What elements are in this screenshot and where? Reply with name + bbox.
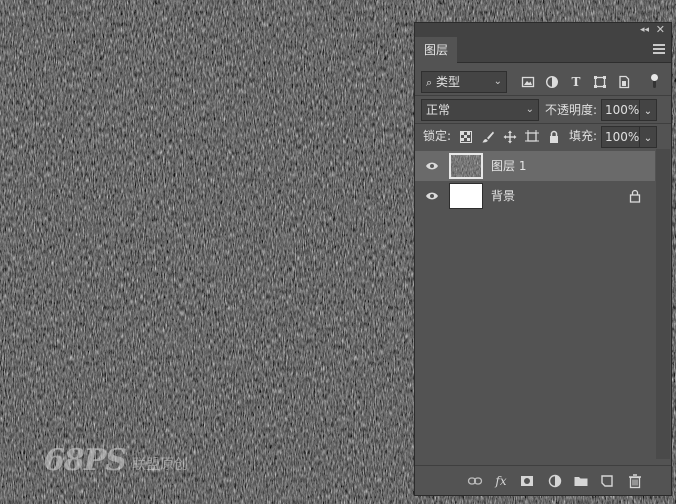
layer-row-layer1[interactable]: 图层 1 — [415, 151, 655, 181]
new-group-icon[interactable] — [573, 473, 589, 489]
blend-mode-select[interactable]: 正常 ⌄ — [421, 99, 539, 121]
divider — [415, 123, 671, 124]
lock-pixels-icon[interactable] — [481, 130, 495, 144]
kind-filter-select[interactable]: ⌕ 类型 ⌄ — [421, 71, 507, 93]
lock-label: 锁定: — [423, 129, 452, 143]
tab-layers[interactable]: 图层 — [415, 37, 457, 63]
search-icon: ⌕ — [426, 76, 433, 89]
layer-list: 图层 1 背景 — [415, 149, 671, 459]
layer-name: 背景 — [491, 189, 516, 203]
filter-toggle[interactable] — [651, 74, 658, 88]
smart-object-filter-icon[interactable] — [617, 75, 631, 89]
panel-menu-icon[interactable] — [653, 44, 665, 54]
layers-panel: ◂◂ ✕ 图层 ⌕ 类型 ⌄ T 正常 ⌄ 不透明度: 100% ⌄ 锁定: 填… — [414, 22, 672, 496]
image-filter-icon[interactable] — [521, 75, 535, 89]
divider — [415, 95, 671, 96]
chevron-down-icon: ⌄ — [493, 76, 502, 87]
visibility-eye-icon[interactable] — [425, 190, 439, 202]
adjustment-layer-icon[interactable] — [547, 473, 563, 489]
chevron-down-icon: ⌄ — [643, 133, 653, 144]
layer-name: 图层 1 — [491, 159, 527, 173]
opacity-label: 不透明度: — [545, 103, 598, 117]
layer-thumbnail — [449, 153, 483, 179]
chevron-down-icon: ⌄ — [643, 106, 653, 117]
lock-icon[interactable] — [629, 189, 641, 203]
collapse-panel-icon[interactable]: ◂◂ — [640, 24, 649, 36]
panel-title-bar[interactable]: ◂◂ ✕ — [415, 23, 671, 37]
fill-label: 填充: — [569, 129, 598, 143]
filter-row: ⌕ 类型 ⌄ T — [415, 69, 671, 93]
lock-position-icon[interactable] — [503, 130, 517, 144]
close-panel-icon[interactable]: ✕ — [656, 23, 665, 36]
delete-layer-icon[interactable] — [627, 473, 643, 489]
layers-scrollbar[interactable] — [656, 149, 670, 459]
lock-artboard-icon[interactable] — [525, 130, 539, 144]
fill-value: 100% — [605, 130, 640, 144]
kind-filter-label: 类型 — [436, 75, 461, 89]
blend-row: 正常 ⌄ 不透明度: 100% ⌄ — [415, 98, 671, 122]
new-layer-icon[interactable] — [599, 473, 615, 489]
lock-transparent-icon[interactable] — [459, 130, 473, 144]
lock-all-icon[interactable] — [547, 130, 561, 144]
opacity-value: 100% — [605, 103, 640, 117]
watermark-text: 联盟原创 — [131, 457, 188, 473]
watermark-logo: 68PS — [44, 443, 127, 478]
adjustment-filter-icon[interactable] — [545, 75, 559, 89]
shape-filter-icon[interactable] — [593, 75, 607, 89]
chevron-down-icon: ⌄ — [525, 104, 534, 115]
blend-mode-value: 正常 — [426, 103, 451, 117]
link-layers-icon[interactable] — [467, 473, 483, 489]
panel-tab-bar: 图层 — [415, 37, 671, 63]
layer-thumbnail — [449, 183, 483, 209]
opacity-dropdown-button[interactable]: ⌄ — [639, 99, 657, 121]
type-filter-icon[interactable]: T — [569, 75, 583, 89]
add-mask-icon[interactable] — [519, 473, 535, 489]
lock-row: 锁定: 填充: 100% ⌄ — [415, 126, 671, 148]
visibility-eye-icon[interactable] — [425, 160, 439, 172]
fill-dropdown-button[interactable]: ⌄ — [639, 126, 657, 148]
watermark: 68PS 联盟原创 — [44, 440, 188, 476]
layers-footer: fx — [415, 465, 671, 495]
fx-icon[interactable]: fx — [493, 473, 509, 489]
layer-row-background[interactable]: 背景 — [415, 181, 655, 211]
